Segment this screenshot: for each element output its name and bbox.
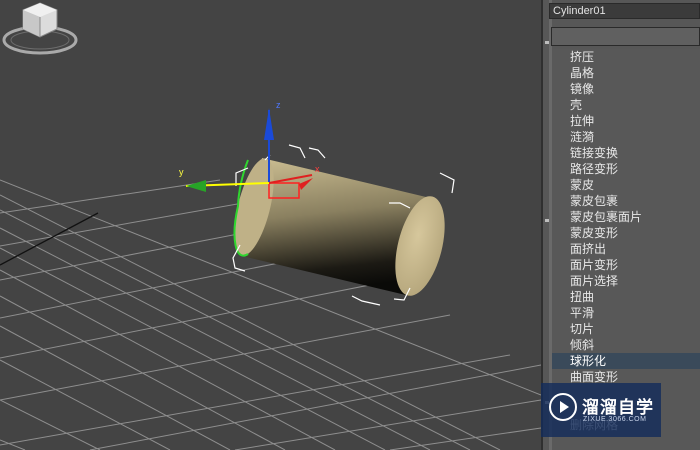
panel-marker: [545, 41, 549, 44]
home-grid-center-line: [0, 212, 99, 266]
modifier-list-item[interactable]: 切片: [552, 321, 700, 337]
modifier-list-item[interactable]: 扭曲: [552, 289, 700, 305]
modifier-list-item[interactable]: 蒙皮包裹面片: [552, 209, 700, 225]
modifier-list-item[interactable]: 拉伸: [552, 113, 700, 129]
modifier-list-item[interactable]: 蒙皮: [552, 177, 700, 193]
play-logo-icon: [549, 393, 577, 421]
modifier-list-item[interactable]: 蒙皮包裹: [552, 193, 700, 209]
modifier-list-item[interactable]: 挤压: [552, 49, 700, 65]
modifier-list-item[interactable]: 面片选择: [552, 273, 700, 289]
modifier-list-item[interactable]: 平滑: [552, 305, 700, 321]
watermark-url: ZIXUE.3066.COM: [583, 416, 647, 423]
modifier-list-item[interactable]: 涟漪: [552, 129, 700, 145]
modifier-list-item[interactable]: 路径变形: [552, 161, 700, 177]
perspective-viewport[interactable]: z y x: [0, 0, 541, 450]
axis-label-x: x: [315, 164, 320, 174]
modifier-list-item[interactable]: 链接变换: [552, 145, 700, 161]
modifier-list-item[interactable]: 面挤出: [552, 241, 700, 257]
object-name-field[interactable]: Cylinder01: [549, 3, 700, 19]
modifier-list-dropdown[interactable]: [551, 27, 700, 46]
modifier-list-item[interactable]: 晶格: [552, 65, 700, 81]
modifier-list-item[interactable]: 镜像: [552, 81, 700, 97]
modifier-list-item[interactable]: 球形化: [552, 353, 700, 369]
modifier-list-item[interactable]: 蒙皮变形: [552, 225, 700, 241]
axis-label-z: z: [276, 100, 281, 110]
watermark: 溜溜自学 ZIXUE.3066.COM: [541, 383, 661, 437]
modifier-list-item[interactable]: 面片变形: [552, 257, 700, 273]
viewcube-widget[interactable]: [0, 0, 80, 62]
modifier-list-item[interactable]: 壳: [552, 97, 700, 113]
panel-marker: [545, 219, 549, 222]
viewport-scene: z y x: [0, 100, 541, 450]
watermark-title: 溜溜自学: [582, 398, 654, 417]
modifier-list-item[interactable]: 倾斜: [552, 337, 700, 353]
axis-label-y: y: [179, 167, 184, 177]
cylinder-object[interactable]: [226, 155, 453, 301]
